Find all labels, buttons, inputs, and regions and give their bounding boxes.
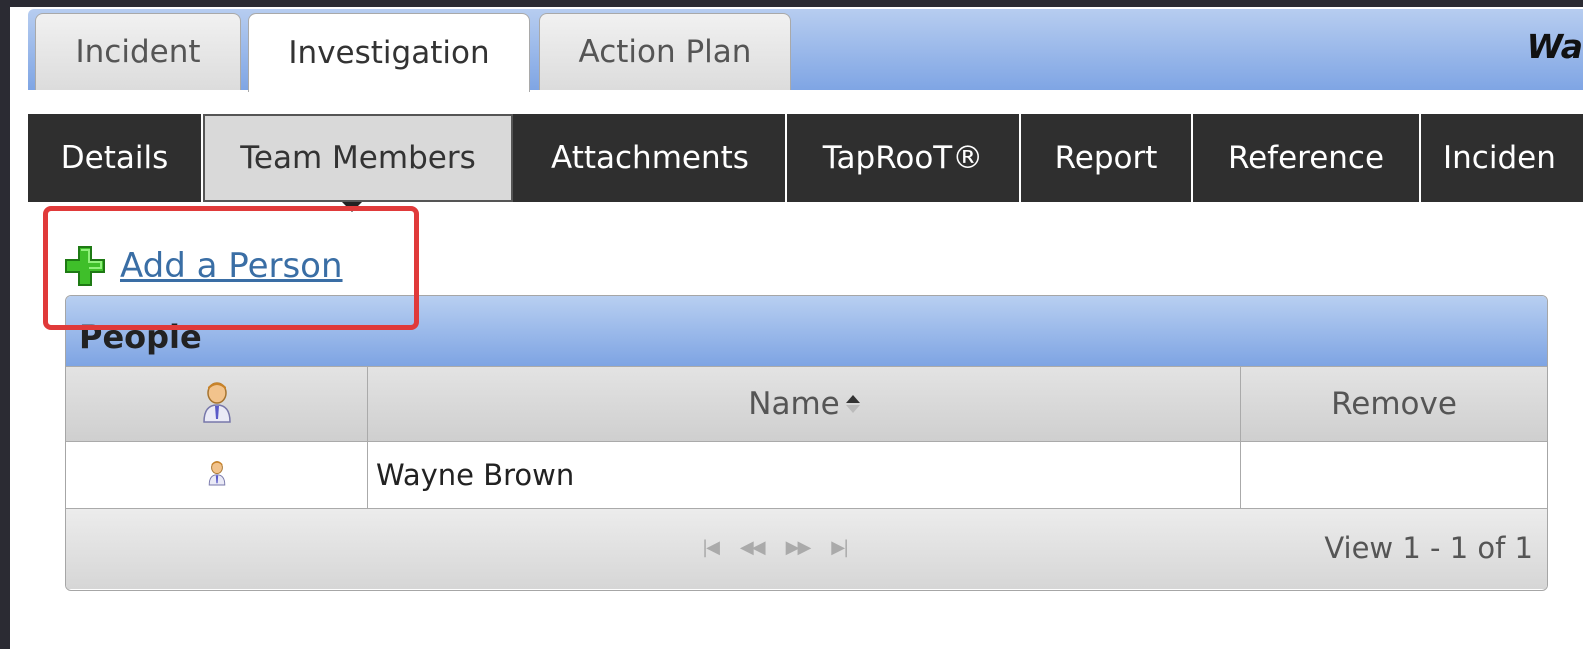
person-icon (202, 381, 232, 427)
column-header-icon[interactable] (66, 367, 368, 441)
last-page-icon[interactable]: ▶| (831, 537, 849, 558)
prev-page-icon[interactable]: ◀◀ (740, 537, 766, 558)
column-header-remove: Remove (1331, 386, 1457, 422)
tab-investigation[interactable]: Investigation (248, 13, 530, 92)
people-grid: People Name Remove Wayne Brown |◀ ◀◀ ▶▶ … (65, 295, 1548, 591)
column-header-name[interactable]: Name (368, 367, 1241, 441)
tab-incident[interactable]: Incident (35, 13, 241, 90)
add-person-link[interactable]: Add a Person (120, 246, 343, 286)
pager-buttons: |◀ ◀◀ ▶▶ ▶| (702, 537, 849, 558)
person-icon (208, 460, 226, 490)
grid-pager: |◀ ◀◀ ▶▶ ▶| View 1 - 1 of 1 (66, 509, 1547, 589)
subtab-attachments[interactable]: Attachments (515, 114, 787, 202)
subtab-incident[interactable]: Inciden (1421, 114, 1583, 202)
name-header-label: Name (748, 386, 840, 422)
grid-header: Name Remove (66, 366, 1547, 442)
grid-caption: People (66, 296, 1547, 366)
plus-icon[interactable] (64, 245, 106, 287)
subtab-report[interactable]: Report (1021, 114, 1193, 202)
pager-info: View 1 - 1 of 1 (1324, 531, 1533, 565)
sort-icon[interactable] (845, 395, 860, 413)
row-icon-cell (66, 442, 368, 508)
subtab-reference[interactable]: Reference (1193, 114, 1421, 202)
active-subtab-pointer (342, 202, 362, 212)
top-tab-strip: Incident Investigation Action Plan Wa (28, 9, 1583, 92)
sub-tab-bar: Details Team Members Attachments TapRooT… (28, 114, 1583, 202)
subtab-details[interactable]: Details (28, 114, 203, 202)
tab-action-plan[interactable]: Action Plan (539, 13, 791, 90)
add-person-row[interactable]: Add a Person (64, 245, 343, 287)
row-remove-cell[interactable] (1241, 442, 1547, 508)
subtab-taproot[interactable]: TapRooT® (787, 114, 1021, 202)
subtab-team-members[interactable]: Team Members (203, 114, 513, 202)
page-title: Wa (1526, 27, 1583, 66)
first-page-icon[interactable]: |◀ (702, 537, 720, 558)
page: Incident Investigation Action Plan Wa De… (10, 7, 1583, 649)
row-name-cell: Wayne Brown (368, 442, 1241, 508)
next-page-icon[interactable]: ▶▶ (786, 537, 812, 558)
table-row[interactable]: Wayne Brown (66, 442, 1547, 509)
